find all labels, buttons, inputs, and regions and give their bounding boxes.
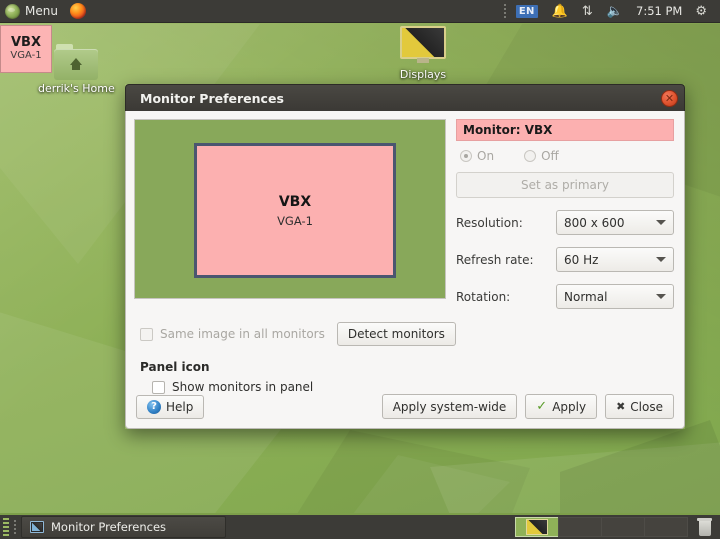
apply-button[interactable]: ✓ Apply [525,394,597,419]
same-image-label: Same image in all monitors [160,327,325,341]
drag-dots-icon [501,4,509,18]
close-icon[interactable]: ✕ [661,90,678,107]
gear-icon[interactable]: ⚙ [688,0,714,23]
top-panel: Menu EN 🔔 ⇅ 🔈 7:51 PM ⚙ [0,0,720,23]
set-as-primary-button[interactable]: Set as primary [456,172,674,198]
monitor-heading: Monitor: VBX [456,119,674,141]
dialog-body: VBX VGA-1 Monitor: VBX On [125,111,685,429]
menu-globe-icon [5,4,20,19]
apply-system-wide-button[interactable]: Apply system-wide [382,394,518,419]
resolution-label: Resolution: [456,216,556,230]
refresh-rate-dropdown[interactable]: 60 Hz [556,247,674,272]
dialog-top-row: VBX VGA-1 Monitor: VBX On [134,119,674,309]
chevron-down-icon [656,220,666,225]
radio-power-on[interactable]: On [460,149,494,163]
monitor-overlay-output: VGA-1 [10,50,41,62]
same-image-checkbox[interactable]: Same image in all monitors [140,327,325,341]
system-tray: EN 🔔 ⇅ 🔈 7:51 PM ⚙ [501,0,720,23]
workspace-switcher-cell[interactable] [644,517,688,537]
radio-dot-icon [460,150,472,162]
rotation-label: Rotation: [456,290,556,304]
monitor-settings-panel: Monitor: VBX On Off Set as primary [456,119,674,309]
close-button[interactable]: ✖ Close [605,394,674,419]
panel-icon-section: Panel icon Show monitors in panel [134,360,674,394]
chevron-down-icon [656,294,666,299]
desktop-icon-displays[interactable]: Displays [385,26,461,81]
refresh-rate-value: 60 Hz [564,253,656,267]
clock[interactable]: 7:51 PM [630,4,688,18]
help-button[interactable]: ? Help [136,395,204,419]
taskbar-right [515,514,720,539]
refresh-rate-label: Refresh rate: [456,253,556,267]
network-updown-arrows-icon[interactable]: ⇅ [575,0,600,23]
show-monitors-in-panel-label: Show monitors in panel [172,380,313,394]
rotation-dropdown[interactable]: Normal [556,284,674,309]
language-indicator[interactable]: EN [509,0,545,23]
workspace-switcher-cell[interactable] [558,517,602,537]
preview-monitor-vbx[interactable]: VBX VGA-1 [194,143,396,278]
radio-power-off[interactable]: Off [524,149,559,163]
trash-icon[interactable] [697,518,712,536]
dialog-title: Monitor Preferences [140,91,661,106]
preview-monitor-output: VGA-1 [277,214,313,228]
monitor-overlay-name: VBX [11,36,41,50]
desktop-icon-label: derrik's Home [38,82,114,95]
refresh-rate-row: Refresh rate: 60 Hz [456,247,674,272]
show-monitors-in-panel-checkbox[interactable]: Show monitors in panel [152,380,674,394]
menu-button-label: Menu [25,4,58,18]
detect-monitors-button[interactable]: Detect monitors [337,322,456,346]
help-button-label: Help [166,400,193,414]
close-button-label: Close [630,400,663,414]
bell-icon[interactable]: 🔔 [545,0,575,23]
taskbar-item-monitor-preferences[interactable]: Monitor Preferences [21,516,226,538]
radio-power-off-label: Off [541,149,559,163]
radio-dot-icon [524,150,536,162]
rotation-row: Rotation: Normal [456,284,674,309]
dialog-button-row: ? Help Apply system-wide ✓ Apply ✖ Close [136,394,674,419]
monitor-layout-preview[interactable]: VBX VGA-1 [134,119,446,299]
resolution-dropdown[interactable]: 800 x 600 [556,210,674,235]
rotation-value: Normal [564,290,656,304]
monitor-power-radio-group: On Off [460,149,674,163]
menu-button[interactable]: Menu [0,0,66,23]
taskbar-item-label: Monitor Preferences [51,520,166,534]
workspace-switcher-cell-active[interactable] [515,517,559,537]
monitor-identify-overlay: VBX VGA-1 [0,25,52,73]
desktop[interactable]: Menu EN 🔔 ⇅ 🔈 7:51 PM ⚙ VBX VGA-1 derrik… [0,0,720,539]
checkbox-box-icon [140,328,153,341]
desktop-icon-label: Displays [385,68,461,81]
grip-handle-icon[interactable] [3,518,9,536]
panel-icon-section-title: Panel icon [140,360,674,374]
preview-monitor-name: VBX [279,194,311,210]
resolution-value: 800 x 600 [564,216,656,230]
display-monitor-mini-icon [526,519,548,535]
monitor-preferences-dialog: Monitor Preferences ✕ VBX VGA-1 Monitor:… [125,84,685,429]
x-icon: ✖ [616,400,625,413]
radio-power-on-label: On [477,149,494,163]
display-window-icon [30,521,44,533]
workspace-switcher-cell[interactable] [601,517,645,537]
taskbar-drag-dots-icon[interactable] [14,520,16,534]
display-monitor-icon [400,26,446,66]
chevron-down-icon [656,257,666,262]
checkbox-box-icon [152,381,165,394]
dialog-titlebar[interactable]: Monitor Preferences ✕ [125,84,685,111]
help-icon: ? [147,400,161,414]
apply-button-label: Apply [552,400,586,414]
speaker-icon[interactable]: 🔈 [600,0,630,23]
same-image-row: Same image in all monitors Detect monito… [134,322,674,346]
language-label: EN [516,5,538,18]
taskbar: Monitor Preferences [0,513,720,539]
resolution-row: Resolution: 800 x 600 [456,210,674,235]
check-icon: ✓ [536,399,547,414]
firefox-icon[interactable] [70,3,86,19]
home-folder-icon [54,44,98,80]
